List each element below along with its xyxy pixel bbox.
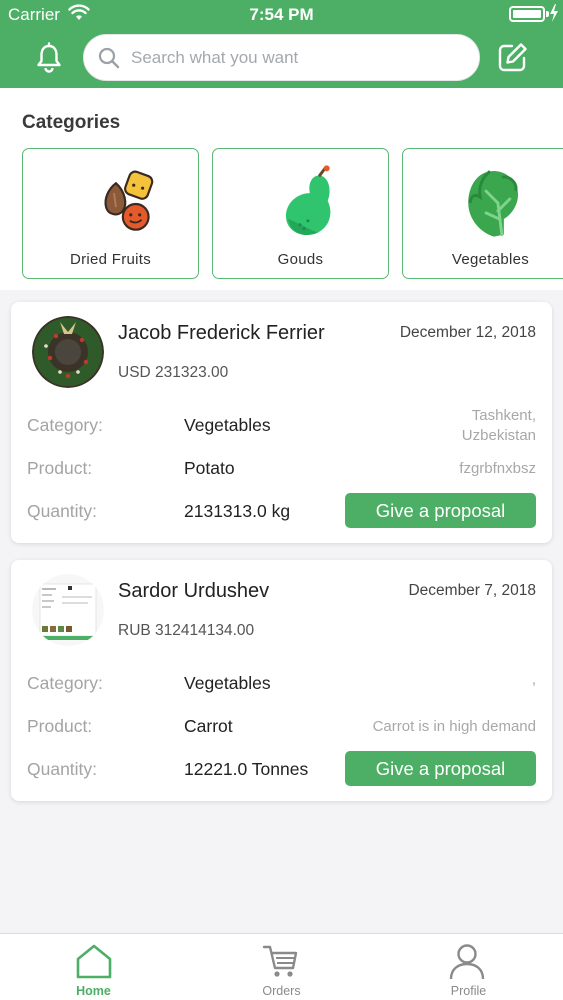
search-input[interactable]: [131, 41, 461, 75]
tab-label: Home: [76, 984, 111, 998]
give-proposal-button[interactable]: Give a proposal: [345, 751, 536, 786]
categories-title: Categories: [22, 112, 121, 133]
quantity-value: 12221.0 Tonnes: [184, 759, 309, 779]
product-label: Product:: [27, 458, 93, 478]
search-bar[interactable]: [83, 34, 480, 81]
proposal-price: RUB 312414134.00: [118, 622, 255, 639]
category-card-gouds[interactable]: Gouds: [212, 148, 389, 279]
give-proposal-button[interactable]: Give a proposal: [345, 493, 536, 528]
bell-icon[interactable]: [33, 42, 65, 74]
gourd-icon: [285, 165, 331, 235]
proposal-card: Jacob Frederick Ferrier December 12, 201…: [11, 302, 552, 543]
proposal-price: USD 231323.00: [118, 364, 229, 381]
category-label: Category:: [27, 415, 103, 435]
battery-icon: [509, 6, 545, 22]
compose-icon[interactable]: [495, 41, 529, 75]
avatar: [32, 574, 104, 646]
user-icon: [449, 944, 485, 980]
search-icon: [98, 47, 120, 69]
status-bar: Carrier 7:54 PM: [0, 0, 563, 30]
category-value: Vegetables: [184, 673, 271, 693]
proposal-date: December 12, 2018: [399, 324, 536, 341]
location-text: Tashkent, Uzbekistan: [461, 407, 536, 444]
category-label: Dried Fruits: [69, 251, 152, 268]
bottom-tab-bar: Home Orders Profile: [0, 933, 563, 1000]
lettuce-icon: [468, 170, 518, 237]
location-text: ,: [531, 671, 536, 688]
tab-orders[interactable]: Orders: [188, 934, 375, 1000]
dried-fruits-icon: [104, 170, 154, 231]
cart-icon: [262, 945, 298, 977]
proposal-card: Sardor Urdushev December 7, 2018 RUB 312…: [11, 560, 552, 801]
note-text: fzgrbfnxbsz: [459, 460, 536, 477]
tab-profile[interactable]: Profile: [375, 934, 562, 1000]
category-card-dried-fruits[interactable]: Dried Fruits: [22, 148, 199, 279]
user-name: Jacob Frederick Ferrier: [118, 322, 325, 344]
home-icon: [76, 944, 112, 979]
category-value: Vegetables: [184, 415, 271, 435]
product-value: Carrot: [184, 716, 233, 736]
category-label: Gouds: [277, 251, 324, 268]
category-label: Category:: [27, 673, 103, 693]
proposal-date: December 7, 2018: [408, 582, 536, 599]
quantity-label: Quantity:: [27, 501, 98, 521]
top-bar: Carrier 7:54 PM: [0, 0, 563, 88]
status-time: 7:54 PM: [249, 5, 314, 24]
charging-icon: [550, 4, 558, 22]
quantity-label: Quantity:: [27, 759, 98, 779]
category-label: Vegetables: [451, 251, 530, 268]
tab-label: Orders: [262, 984, 301, 998]
avatar: [32, 316, 104, 388]
product-label: Product:: [27, 716, 93, 736]
categories-section: Categories Dried Fruits Gouds Vegetables: [0, 88, 563, 290]
tab-label: Profile: [450, 984, 487, 998]
category-card-vegetables[interactable]: Vegetables: [402, 148, 563, 279]
user-name: Sardor Urdushev: [118, 580, 270, 602]
tab-home[interactable]: Home: [0, 934, 187, 1000]
quantity-value: 2131313.0 kg: [184, 501, 291, 521]
product-value: Potato: [184, 458, 235, 478]
note-text: Carrot is in high demand: [372, 718, 536, 735]
